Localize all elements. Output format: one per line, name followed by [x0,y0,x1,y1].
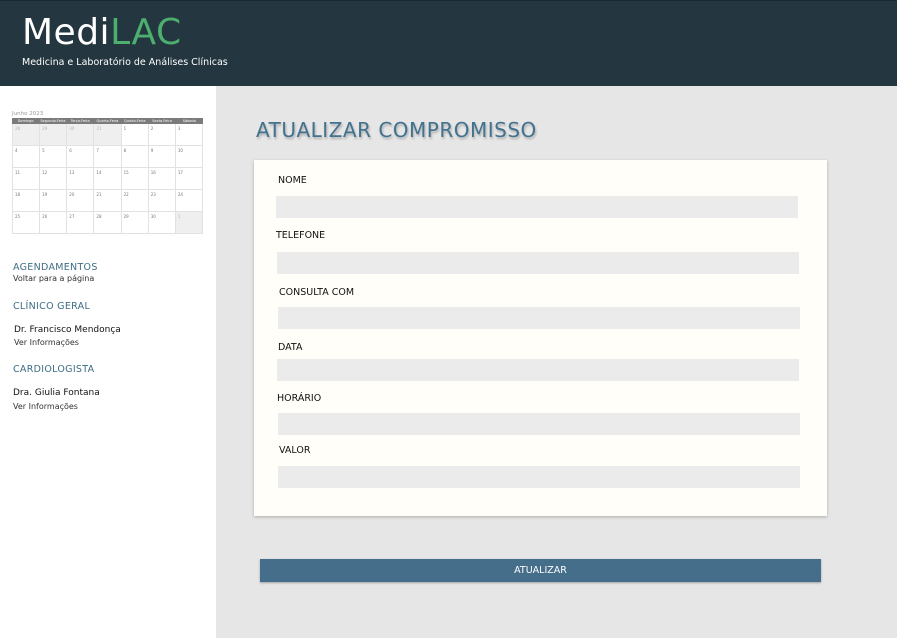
calendar-day-cell[interactable]: 25 [12,212,41,234]
valor-label: VALOR [279,445,311,456]
calendar-day-cell[interactable]: 10 [175,146,203,168]
horario-input[interactable] [278,413,800,435]
calendar-day-cell[interactable]: 15 [121,168,149,190]
calendar-day-cell[interactable]: 20 [67,190,95,212]
calendar-day-cell[interactable]: 30 [148,212,176,234]
update-form-card: NOME TELEFONE CONSULTA COM DATA HORÁRIO … [254,160,827,516]
consulta-com-input[interactable] [278,307,800,329]
calendar-week-row: 4 5 6 7 8 9 10 [12,146,203,168]
calendar-day-cell[interactable]: 3 [175,124,203,146]
calendar-day-cell[interactable]: 29 [40,124,68,146]
page-title: ATUALIZAR COMPROMISSO [256,118,537,142]
calendar-week-row: 28 29 30 31 1 2 3 [12,124,203,146]
horario-label: HORÁRIO [277,393,322,404]
calendar-day-cell[interactable]: 2 [148,124,176,146]
consulta-com-label: CONSULTA COM [279,287,355,298]
clinico-geral-heading: CLÍNICO GERAL [13,301,91,312]
telefone-input[interactable] [277,252,799,274]
doctor-francisco-info-link[interactable]: Ver Informações [14,338,79,347]
calendar-day-cell[interactable]: 17 [175,168,203,190]
calendar-day-cell[interactable]: 16 [148,168,176,190]
calendar-day-cell[interactable]: 30 [67,124,95,146]
calendar-day-cell[interactable]: 28 [12,124,41,146]
data-input[interactable] [277,359,799,381]
nome-label: NOME [278,175,307,186]
calendar-day-cell[interactable]: 14 [94,168,122,190]
calendar-day-cell[interactable]: 4 [12,146,41,168]
atualizar-button[interactable]: ATUALIZAR [260,559,821,582]
calendar-day-cell[interactable]: 18 [12,190,41,212]
mini-calendar: Junho 2023 Domingo Segunda-Feira Terça-Fei… [12,111,203,235]
calendar-day-cell[interactable]: 22 [121,190,149,212]
calendar-day-cell[interactable]: 21 [94,190,122,212]
doctor-giulia-info-link[interactable]: Ver Informações [13,402,78,411]
calendar-day-cell[interactable]: 7 [94,146,122,168]
calendar-day-cell[interactable]: 31 [94,124,122,146]
calendar-month-title: Junho 2023 [12,111,44,117]
cardiologista-heading: CARDIOLOGISTA [13,364,95,375]
calendar-week-row: 11 12 13 14 15 16 17 [12,168,203,190]
doctor-francisco-name: Dr. Francisco Mendonça [14,325,121,335]
calendar-day-cell[interactable]: 19 [40,190,68,212]
nome-input[interactable] [276,196,798,218]
telefone-label: TELEFONE [276,230,326,241]
calendar-day-cell[interactable]: 23 [148,190,176,212]
calendar-day-cell[interactable]: 9 [148,146,176,168]
calendar-day-cell[interactable]: 6 [67,146,95,168]
calendar-day-cell[interactable]: 29 [121,212,149,234]
doctor-giulia-name: Dra. Giulia Fontana [13,388,100,398]
calendar-day-cell[interactable]: 27 [67,212,95,234]
calendar-day-cell[interactable]: 24 [175,190,203,212]
logo-medi: Medi [22,12,111,53]
app-header: MediLAC Medicina e Laboratório de Anális… [0,0,897,86]
calendar-week-row: 25 26 27 28 29 30 1 [12,212,203,234]
calendar-day-cell[interactable]: 1 [121,124,149,146]
logo-lac: LAC [110,12,182,53]
sidebar: Junho 2023 Domingo Segunda-Feira Terça-Fei… [0,86,216,638]
calendar-day-cell[interactable]: 1 [175,212,203,234]
calendar-day-cell[interactable]: 8 [121,146,149,168]
calendar-day-cell[interactable]: 5 [40,146,68,168]
data-label: DATA [278,342,303,353]
app-tagline: Medicina e Laboratório de Análises Clíni… [22,57,228,68]
calendar-day-cell[interactable]: 28 [94,212,122,234]
calendar-day-cell[interactable]: 13 [67,168,95,190]
calendar-grid: 28 29 30 31 1 2 3 4 5 6 7 8 9 10 11 12 13 14 15 16 17 18 19 20 2… [12,124,203,234]
calendar-week-row: 18 19 20 21 22 23 24 [12,190,203,212]
calendar-day-cell[interactable]: 12 [40,168,68,190]
valor-input[interactable] [278,466,800,488]
calendar-day-cell[interactable]: 26 [40,212,68,234]
agendamentos-heading: AGENDAMENTOS [13,262,98,273]
back-to-page-link[interactable]: Voltar para a página [13,274,94,283]
calendar-day-cell[interactable]: 11 [12,168,41,190]
app-logo[interactable]: MediLAC [22,11,182,55]
